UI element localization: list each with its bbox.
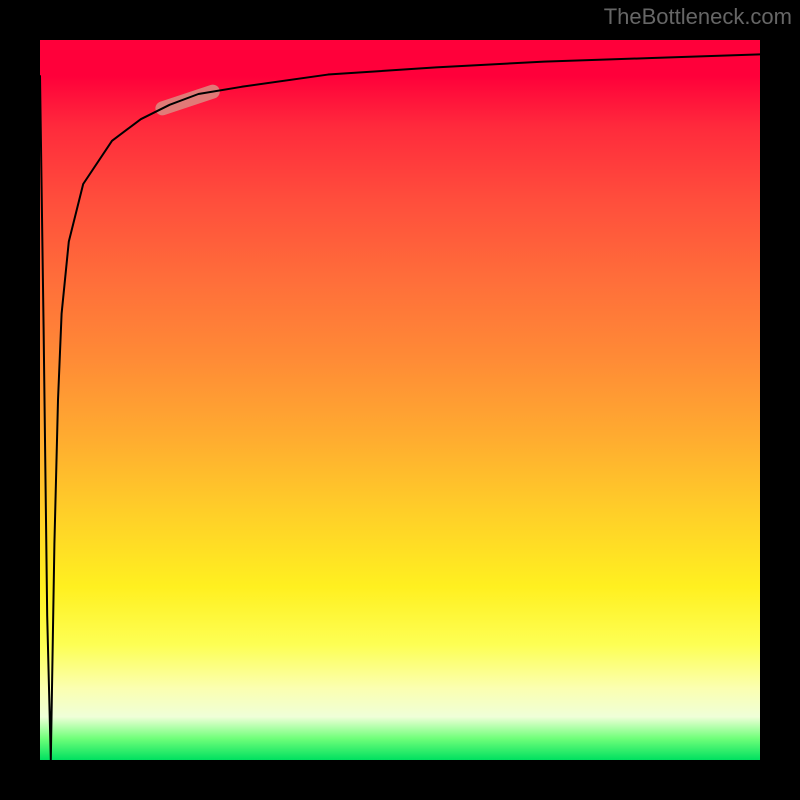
watermark-text: TheBottleneck.com <box>604 4 792 30</box>
highlight-pill <box>162 92 212 109</box>
bottleneck-curve <box>40 54 760 760</box>
chart-svg <box>40 40 760 760</box>
plot-area <box>40 40 760 760</box>
